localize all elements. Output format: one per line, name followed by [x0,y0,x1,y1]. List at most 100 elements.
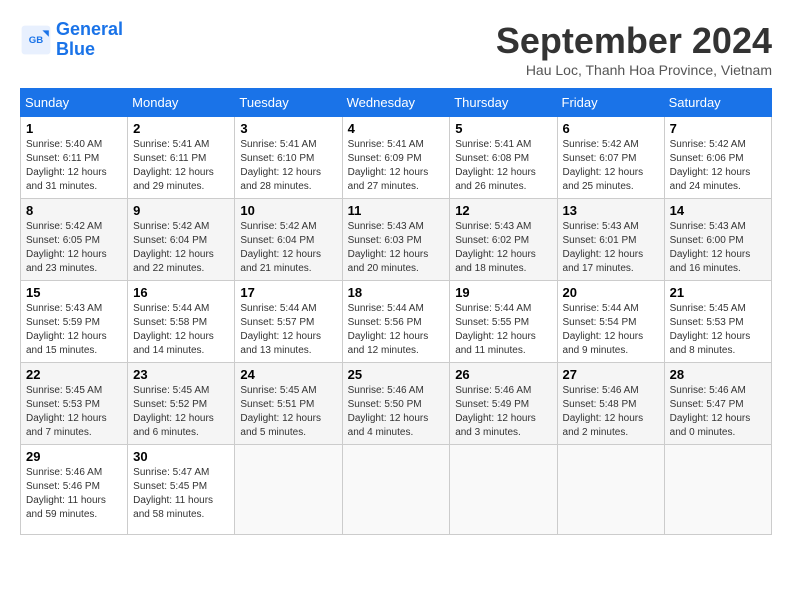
day-number: 24 [240,367,336,382]
daylight-minutes: and 8 minutes. [670,345,736,356]
month-title: September 2024 [496,20,772,62]
calendar-cell: 11 Sunrise: 5:43 AM Sunset: 6:03 PM Dayl… [342,199,450,281]
day-number: 16 [133,285,229,300]
daylight-label: Daylight: 11 hours [26,495,106,506]
sunrise-label: Sunrise: 5:43 AM [26,303,102,314]
calendar-cell: 12 Sunrise: 5:43 AM Sunset: 6:02 PM Dayl… [450,199,557,281]
sunrise-label: Sunrise: 5:45 AM [133,385,209,396]
day-number: 6 [563,121,659,136]
day-info: Sunrise: 5:44 AM Sunset: 5:55 PM Dayligh… [455,302,551,358]
day-info: Sunrise: 5:43 AM Sunset: 6:01 PM Dayligh… [563,220,659,276]
daylight-label: Daylight: 12 hours [240,413,321,424]
daylight-minutes: and 25 minutes. [563,181,634,192]
daylight-label: Daylight: 12 hours [348,249,429,260]
daylight-minutes: and 6 minutes. [133,427,199,438]
sunrise-label: Sunrise: 5:45 AM [240,385,316,396]
daylight-minutes: and 21 minutes. [240,263,311,274]
daylight-minutes: and 26 minutes. [455,181,526,192]
daylight-label: Daylight: 12 hours [563,331,644,342]
week-row-4: 22 Sunrise: 5:45 AM Sunset: 5:53 PM Dayl… [21,363,772,445]
day-info: Sunrise: 5:43 AM Sunset: 5:59 PM Dayligh… [26,302,122,358]
daylight-minutes: and 11 minutes. [455,345,525,356]
day-info: Sunrise: 5:42 AM Sunset: 6:06 PM Dayligh… [670,138,766,194]
calendar-cell: 19 Sunrise: 5:44 AM Sunset: 5:55 PM Dayl… [450,281,557,363]
daylight-minutes: and 13 minutes. [240,345,311,356]
day-header-thursday: Thursday [450,89,557,117]
week-row-5: 29 Sunrise: 5:46 AM Sunset: 5:46 PM Dayl… [21,445,772,535]
daylight-minutes: and 24 minutes. [670,181,741,192]
daylight-label: Daylight: 12 hours [670,167,751,178]
daylight-label: Daylight: 12 hours [133,413,214,424]
day-header-wednesday: Wednesday [342,89,450,117]
day-number: 28 [670,367,766,382]
daylight-minutes: and 22 minutes. [133,263,204,274]
sunrise-label: Sunrise: 5:46 AM [670,385,746,396]
daylight-label: Daylight: 12 hours [455,249,536,260]
calendar-cell: 24 Sunrise: 5:45 AM Sunset: 5:51 PM Dayl… [235,363,342,445]
sunrise-label: Sunrise: 5:47 AM [133,467,209,478]
day-info: Sunrise: 5:42 AM Sunset: 6:05 PM Dayligh… [26,220,122,276]
daylight-minutes: and 20 minutes. [348,263,419,274]
day-info: Sunrise: 5:42 AM Sunset: 6:04 PM Dayligh… [240,220,336,276]
daylight-label: Daylight: 12 hours [26,413,107,424]
day-number: 26 [455,367,551,382]
sunset-label: Sunset: 5:57 PM [240,317,314,328]
calendar-cell [450,445,557,535]
day-info: Sunrise: 5:44 AM Sunset: 5:58 PM Dayligh… [133,302,229,358]
sunrise-label: Sunrise: 5:41 AM [133,139,209,150]
day-number: 22 [26,367,122,382]
day-info: Sunrise: 5:44 AM Sunset: 5:54 PM Dayligh… [563,302,659,358]
calendar-cell: 22 Sunrise: 5:45 AM Sunset: 5:53 PM Dayl… [21,363,128,445]
day-info: Sunrise: 5:46 AM Sunset: 5:46 PM Dayligh… [26,466,122,522]
daylight-label: Daylight: 12 hours [133,167,214,178]
daylight-label: Daylight: 12 hours [240,249,321,260]
daylight-minutes: and 7 minutes. [26,427,92,438]
days-header-row: SundayMondayTuesdayWednesdayThursdayFrid… [21,89,772,117]
svg-text:GB: GB [29,35,43,46]
header: GB General Blue September 2024 Hau Loc, … [20,20,772,78]
sunset-label: Sunset: 5:54 PM [563,317,637,328]
sunset-label: Sunset: 5:58 PM [133,317,207,328]
sunset-label: Sunset: 5:48 PM [563,399,637,410]
sunset-label: Sunset: 6:07 PM [563,153,637,164]
day-info: Sunrise: 5:41 AM Sunset: 6:09 PM Dayligh… [348,138,445,194]
day-info: Sunrise: 5:46 AM Sunset: 5:49 PM Dayligh… [455,384,551,440]
daylight-minutes: and 31 minutes. [26,181,97,192]
day-number: 10 [240,203,336,218]
sunrise-label: Sunrise: 5:45 AM [26,385,102,396]
day-info: Sunrise: 5:41 AM Sunset: 6:08 PM Dayligh… [455,138,551,194]
calendar-cell: 28 Sunrise: 5:46 AM Sunset: 5:47 PM Dayl… [664,363,771,445]
calendar-cell: 8 Sunrise: 5:42 AM Sunset: 6:05 PM Dayli… [21,199,128,281]
sunset-label: Sunset: 5:55 PM [455,317,529,328]
day-number: 30 [133,449,229,464]
daylight-label: Daylight: 12 hours [240,167,321,178]
day-number: 23 [133,367,229,382]
calendar-cell: 30 Sunrise: 5:47 AM Sunset: 5:45 PM Dayl… [128,445,235,535]
day-info: Sunrise: 5:42 AM Sunset: 6:04 PM Dayligh… [133,220,229,276]
day-number: 17 [240,285,336,300]
sunset-label: Sunset: 5:51 PM [240,399,314,410]
day-number: 3 [240,121,336,136]
daylight-minutes: and 2 minutes. [563,427,629,438]
calendar-cell: 14 Sunrise: 5:43 AM Sunset: 6:00 PM Dayl… [664,199,771,281]
daylight-label: Daylight: 12 hours [563,167,644,178]
daylight-label: Daylight: 12 hours [26,249,107,260]
sunrise-label: Sunrise: 5:43 AM [348,221,424,232]
day-number: 7 [670,121,766,136]
day-header-friday: Friday [557,89,664,117]
day-number: 14 [670,203,766,218]
day-info: Sunrise: 5:40 AM Sunset: 6:11 PM Dayligh… [26,138,122,194]
sunset-label: Sunset: 5:53 PM [670,317,744,328]
sunset-label: Sunset: 5:59 PM [26,317,100,328]
sunset-label: Sunset: 6:02 PM [455,235,529,246]
day-info: Sunrise: 5:45 AM Sunset: 5:53 PM Dayligh… [26,384,122,440]
day-info: Sunrise: 5:45 AM Sunset: 5:53 PM Dayligh… [670,302,766,358]
calendar-cell: 26 Sunrise: 5:46 AM Sunset: 5:49 PM Dayl… [450,363,557,445]
sunrise-label: Sunrise: 5:41 AM [240,139,316,150]
daylight-minutes: and 0 minutes. [670,427,736,438]
sunrise-label: Sunrise: 5:46 AM [348,385,424,396]
calendar-cell: 25 Sunrise: 5:46 AM Sunset: 5:50 PM Dayl… [342,363,450,445]
day-number: 12 [455,203,551,218]
day-number: 29 [26,449,122,464]
calendar-cell: 4 Sunrise: 5:41 AM Sunset: 6:09 PM Dayli… [342,117,450,199]
